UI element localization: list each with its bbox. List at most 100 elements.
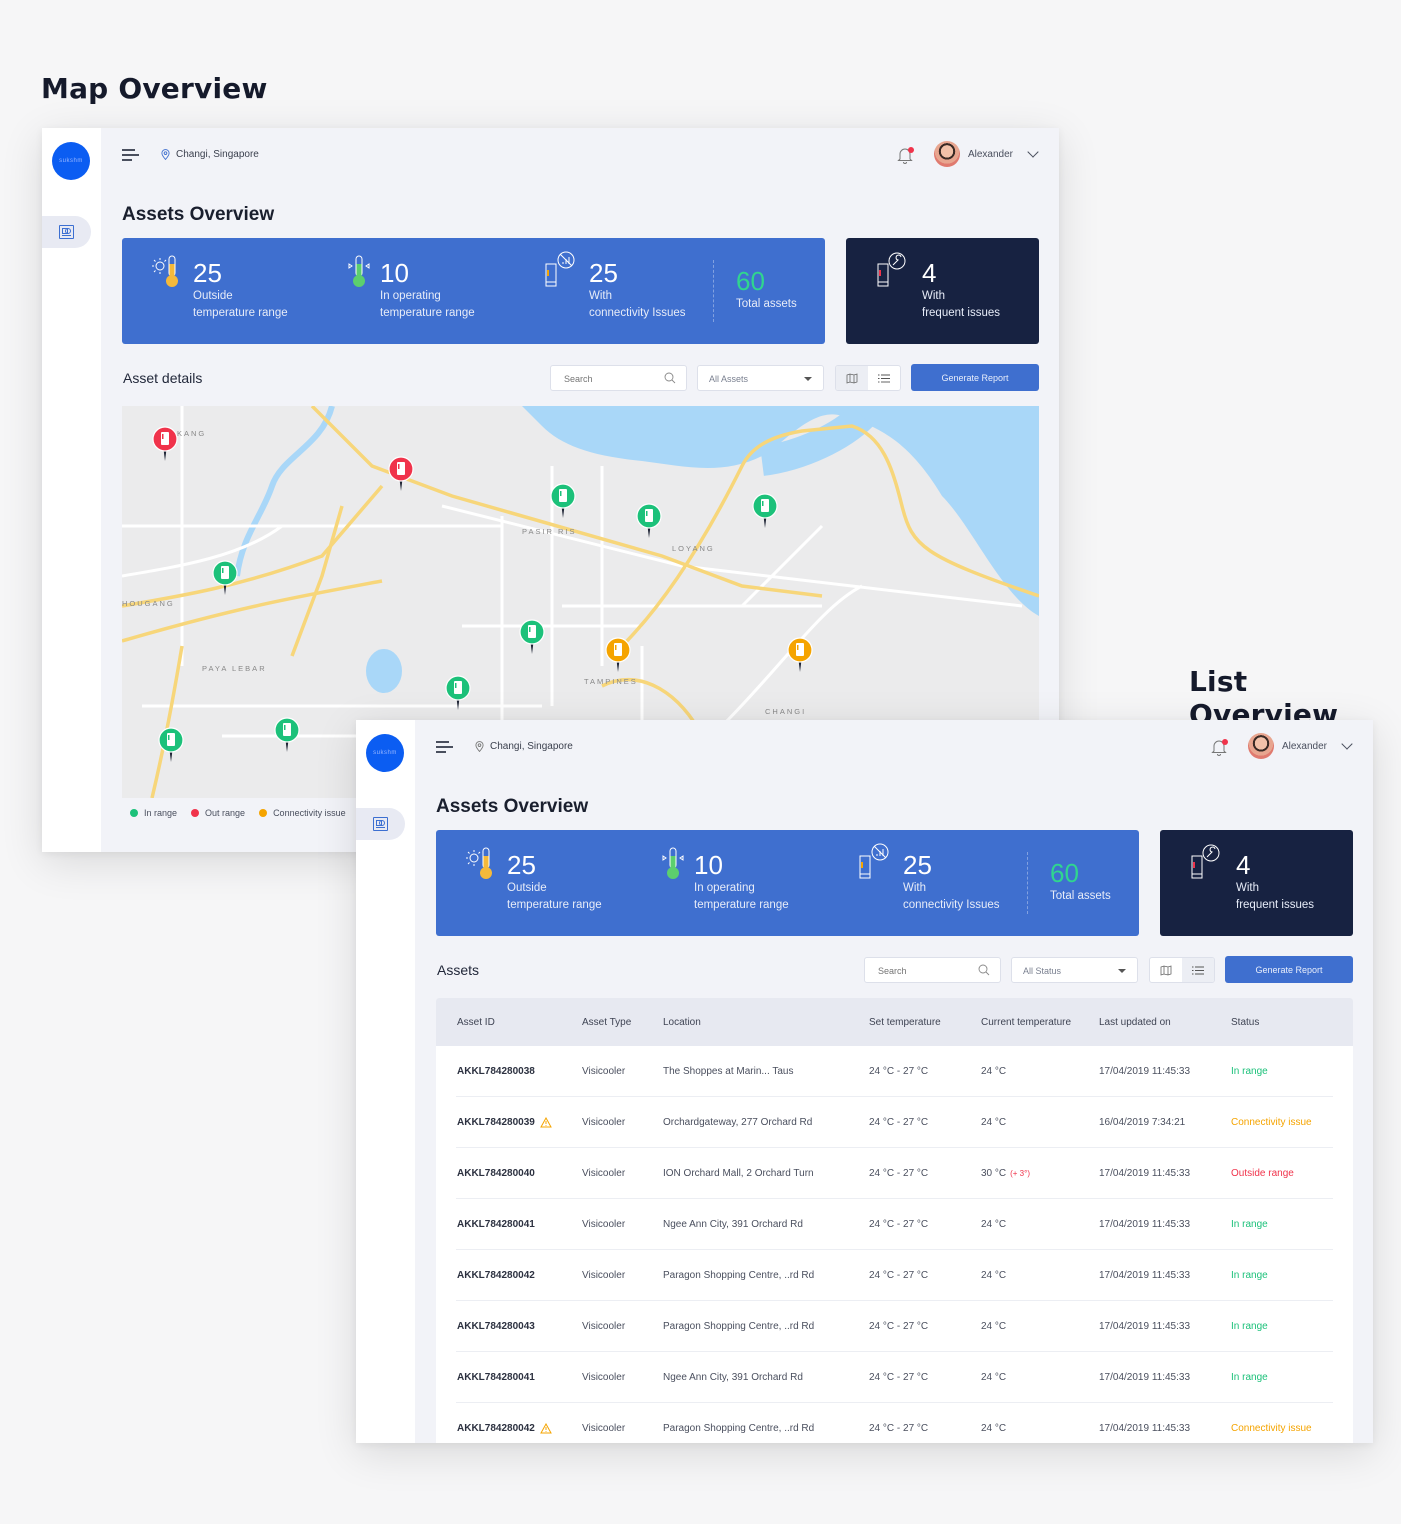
notification-badge	[1222, 739, 1228, 745]
stat-outside-range[interactable]: 25 Outside temperature range	[507, 850, 602, 914]
column-header-last-updated[interactable]: Last updated on	[1099, 1017, 1231, 1028]
list-view-button[interactable]	[1182, 958, 1214, 982]
notifications-button[interactable]	[897, 146, 915, 166]
asset-id-cell: AKKL784280041	[457, 1218, 535, 1230]
menu-icon[interactable]	[436, 741, 453, 754]
asset-id-cell: AKKL784280040	[457, 1167, 535, 1179]
warning-icon	[539, 1422, 552, 1433]
last-updated-cell: 16/04/2019 7:34:21	[1099, 1116, 1186, 1128]
caret-down-icon	[1118, 969, 1126, 973]
app-logo[interactable]: sukshm	[366, 734, 404, 772]
sidebar-item-dashboard[interactable]	[42, 216, 91, 248]
asset-toolbar: Assets All Status Generate Report	[436, 956, 1353, 984]
last-updated-cell: 17/04/2019 11:45:33	[1099, 1218, 1191, 1230]
stat-in-operating[interactable]: 10 In operating temperature range	[380, 258, 475, 322]
map-area-label: LOYANG	[672, 544, 715, 553]
app-logo[interactable]: sukshm	[52, 142, 90, 180]
table-row[interactable]: AKKL784280038 Visicooler The Shoppes at Ma…	[456, 1046, 1333, 1097]
menu-icon[interactable]	[122, 149, 139, 162]
stat-in-operating[interactable]: 10 In operating temperature range	[694, 850, 789, 914]
search-input[interactable]	[864, 957, 1001, 983]
column-header-set-temperature[interactable]: Set temperature	[869, 1017, 981, 1028]
map-area-label: HOUGANG	[122, 599, 175, 608]
cooler-wrench-icon	[1191, 844, 1220, 879]
stat-total-assets[interactable]: 60 Total assets	[1050, 858, 1111, 905]
notifications-button[interactable]	[1211, 738, 1229, 758]
stat-outside-range[interactable]: 25 Outside temperature range	[193, 258, 288, 322]
avatar	[1247, 733, 1274, 759]
asset-id-cell: AKKL784280041	[457, 1371, 535, 1383]
search-field[interactable]	[564, 374, 664, 384]
stat-frequent-issues: 4 With frequent issues	[922, 258, 1000, 319]
list-view-button[interactable]	[868, 366, 900, 390]
cooler-no-signal-icon	[545, 251, 575, 287]
search-icon	[664, 372, 676, 384]
table-row[interactable]: AKKL784280040 Visicooler ION Orchard Mall,…	[456, 1148, 1333, 1199]
thermometer-ok-icon	[348, 255, 370, 287]
location-pin-icon	[475, 741, 484, 752]
column-header-asset-type[interactable]: Asset Type	[582, 1017, 663, 1028]
current-temperature-cell: 30 °C (+ 3°)	[981, 1167, 1030, 1179]
table-row[interactable]: AKKL784280042 Visicooler Paragon Shopping …	[456, 1250, 1333, 1301]
location-text: Changi, Singapore	[490, 741, 573, 752]
top-bar: Changi, Singapore Alexander	[415, 720, 1373, 776]
status-badge: Connectivity issue	[1231, 1422, 1312, 1434]
section-title: Assets	[437, 962, 480, 978]
status-filter-select[interactable]: All Status	[1011, 957, 1138, 983]
column-header-status[interactable]: Status	[1231, 1017, 1331, 1028]
current-temperature-cell: 24 °C	[981, 1065, 1007, 1077]
user-name: Alexander	[967, 148, 1013, 160]
map-area-label: KANG	[177, 429, 206, 438]
location-cell: Paragon Shopping Centre, ..rd Rd	[663, 1422, 815, 1434]
user-name: Alexander	[1281, 740, 1327, 752]
set-temperature-cell: 24 °C - 27 °C	[869, 1065, 929, 1077]
location-text: Changi, Singapore	[176, 149, 259, 160]
avatar	[933, 141, 960, 167]
legend-item-conn: Connectivity issue	[259, 808, 346, 818]
column-header-location[interactable]: Location	[663, 1017, 869, 1028]
table-row[interactable]: AKKL784280041 Visicooler Ngee Ann City, 39…	[456, 1199, 1333, 1250]
column-header-current-temperature[interactable]: Current temperature	[981, 1017, 1099, 1028]
legend-label: In range	[144, 808, 178, 818]
sidebar: sukshm	[356, 720, 415, 1443]
status-badge: In range	[1231, 1065, 1268, 1077]
search-field[interactable]	[878, 966, 978, 976]
view-toggle	[835, 365, 901, 391]
legend-dot	[191, 809, 200, 817]
location-cell: Ngee Ann City, 391 Orchard Rd	[663, 1218, 803, 1230]
stat-connectivity[interactable]: 25 With connectivity Issues	[903, 850, 1000, 914]
set-temperature-cell: 24 °C - 27 °C	[869, 1116, 929, 1128]
table-header: Asset ID Asset Type Location Set tempera…	[436, 998, 1353, 1046]
location-selector[interactable]: Changi, Singapore	[475, 741, 573, 752]
user-menu[interactable]: Alexander	[1247, 733, 1355, 759]
asset-toolbar: Asset details All Assets Generate Report	[122, 364, 1039, 392]
user-menu[interactable]: Alexander	[933, 141, 1041, 167]
search-input[interactable]	[550, 365, 687, 391]
stat-connectivity[interactable]: 25 With connectivity Issues	[589, 258, 686, 322]
generate-report-button[interactable]: Generate Report	[1225, 956, 1353, 983]
table-row[interactable]: AKKL784280041 Visicooler Ngee Ann City, 39…	[456, 1352, 1333, 1403]
table-row[interactable]: AKKL784280042 Visicooler Paragon Shopping …	[456, 1403, 1333, 1443]
frequent-issues-panel[interactable]: 4 With frequent issues	[846, 238, 1039, 344]
table-row[interactable]: AKKL784280043 Visicooler Paragon Shopping …	[456, 1301, 1333, 1352]
stat-total-assets[interactable]: 60 Total assets	[736, 266, 797, 313]
last-updated-cell: 17/04/2019 11:45:33	[1099, 1371, 1191, 1383]
stat-frequent-issues: 4 With frequent issues	[1236, 850, 1314, 911]
generate-report-button[interactable]: Generate Report	[911, 364, 1039, 391]
assets-table: Asset ID Asset Type Location Set tempera…	[436, 998, 1353, 1443]
column-header-asset-id[interactable]: Asset ID	[436, 1017, 582, 1028]
asset-filter-select[interactable]: All Assets	[697, 365, 824, 391]
sun-thermometer-icon	[466, 847, 492, 879]
frequent-issues-panel[interactable]: 4 With frequent issues	[1160, 830, 1353, 936]
table-row[interactable]: AKKL784280039 Visicooler Orchardgateway, 2…	[456, 1097, 1333, 1148]
list-overview-window: sukshm Changi, Singapore Alexander Asset…	[356, 720, 1373, 1443]
legend-item-out: Out range	[191, 808, 245, 818]
legend-dot	[130, 809, 138, 817]
map-view-button[interactable]	[1150, 958, 1182, 982]
asset-type-cell: Visicooler	[582, 1218, 626, 1230]
sidebar-item-dashboard[interactable]	[356, 808, 405, 840]
location-selector[interactable]: Changi, Singapore	[161, 149, 259, 160]
last-updated-cell: 17/04/2019 11:45:33	[1099, 1320, 1191, 1332]
cooler-no-signal-icon	[859, 843, 889, 879]
map-view-button[interactable]	[836, 366, 868, 390]
